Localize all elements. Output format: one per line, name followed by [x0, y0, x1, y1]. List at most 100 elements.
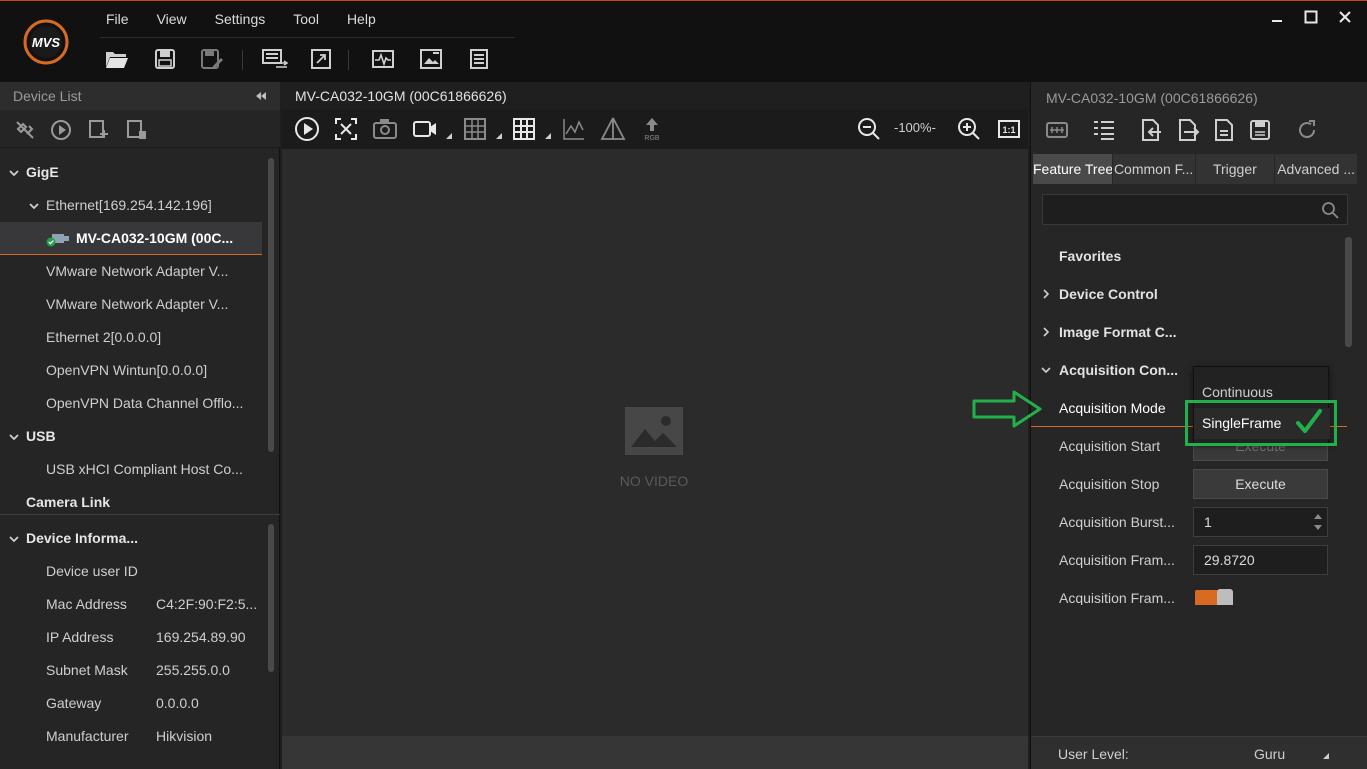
stop-grab-icon[interactable] [333, 116, 359, 142]
info-row-mac: Mac Address C4:2F:90:F2:5... [46, 596, 258, 612]
split-dropdown-icon[interactable] [545, 133, 551, 139]
start-grab-icon[interactable] [294, 116, 320, 142]
zoom-in-icon[interactable] [956, 116, 982, 142]
device-info-scrollbar[interactable] [268, 524, 274, 672]
image-edit-icon[interactable] [418, 46, 444, 72]
play-icon[interactable] [50, 119, 72, 141]
close-icon[interactable] [1335, 7, 1355, 27]
tree-item-vmware-1[interactable]: VMware Network Adapter V... [0, 255, 262, 288]
histogram-icon[interactable] [561, 116, 587, 142]
menu-help[interactable]: Help [347, 9, 376, 29]
collapse-panel-icon[interactable] [254, 89, 268, 103]
frame-rate-input[interactable]: 29.8720 [1193, 545, 1328, 575]
maximize-icon[interactable] [1301, 7, 1321, 27]
grid-dropdown-icon[interactable] [496, 133, 502, 139]
spinner-icon[interactable] [1313, 511, 1323, 533]
user-level-select[interactable]: Guru [1254, 746, 1285, 762]
export-icon[interactable] [1176, 118, 1200, 142]
feature-device-control[interactable]: Device Control [1031, 275, 1347, 313]
display-settings-icon[interactable] [262, 46, 288, 72]
device-information: Device Informa... Device user ID Mac Add… [0, 522, 264, 769]
feature-tree-scrollbar[interactable] [1345, 237, 1352, 347]
search-icon[interactable] [1321, 201, 1339, 219]
device-list-panel: Device List GigE Ethernet[169.254.142.19… [0, 82, 280, 769]
tab-common-features[interactable]: Common F... [1112, 154, 1195, 184]
info-row-subnet: Subnet Mask 255.255.0.0 [46, 662, 230, 678]
burst-count-input[interactable]: 1 [1193, 507, 1328, 537]
chevron-down-icon [29, 203, 39, 210]
feature-acquisition-frame-rate: Acquisition Fram... 29.8720 [1031, 541, 1347, 579]
tree-item-usb-host[interactable]: USB xHCI Compliant Host Co... [0, 453, 262, 486]
frame-rate-enable-toggle[interactable] [1195, 589, 1235, 605]
disconnect-icon[interactable] [14, 119, 36, 141]
feature-search-input[interactable] [1042, 194, 1348, 225]
chevron-down-icon [9, 536, 19, 543]
info-row-manufacturer: Manufacturer Hikvision [46, 728, 213, 744]
menu-file[interactable]: File [106, 9, 129, 29]
save-as-icon[interactable] [200, 46, 226, 72]
rgb-upload-icon[interactable]: RGB [639, 116, 665, 142]
tree-item-ethernet-2[interactable]: Ethernet 2[0.0.0.0] [0, 321, 262, 354]
user-level-dropdown-icon[interactable] [1323, 753, 1329, 759]
acquisition-stop-execute-button[interactable]: Execute [1193, 469, 1328, 499]
load-config-icon[interactable] [1212, 118, 1236, 142]
split-screen-icon[interactable] [511, 116, 537, 142]
actual-size-icon[interactable]: 1:1 [996, 116, 1022, 142]
chevron-down-icon [9, 434, 19, 441]
tab-advanced[interactable]: Advanced ... [1275, 154, 1357, 184]
device-list-title: Device List [13, 88, 82, 104]
flip-icon[interactable] [600, 116, 626, 142]
properties-tabs: Feature Tree Common F... Trigger Advance… [1033, 154, 1358, 184]
menu-view[interactable]: View [157, 9, 187, 29]
resize-icon[interactable] [308, 46, 334, 72]
info-row-ip: IP Address 169.254.89.90 [46, 629, 246, 645]
ip-config-icon[interactable] [1045, 118, 1069, 142]
properties-title: MV-CA032-10GM (00C61866626) [1046, 90, 1258, 106]
annotation-arrow-icon [972, 390, 1042, 428]
zoom-out-icon[interactable] [856, 116, 882, 142]
tree-item-ethernet[interactable]: Ethernet[169.254.142.196] [0, 189, 262, 222]
tree-item-openvpn-wintun[interactable]: OpenVPN Wintun[0.0.0.0] [0, 354, 262, 387]
tree-item-openvpn-data[interactable]: OpenVPN Data Channel Offlo... [0, 387, 262, 420]
tree-group-gige[interactable]: GigE [0, 156, 262, 189]
no-video-label: NO VIDEO [619, 473, 689, 489]
tree-group-usb[interactable]: USB [0, 420, 262, 453]
svg-text:1:1: 1:1 [1002, 125, 1015, 135]
grid-icon[interactable] [462, 116, 488, 142]
waveform-icon[interactable] [370, 46, 396, 72]
open-folder-icon[interactable] [104, 46, 130, 72]
tree-item-camera[interactable]: MV-CA032-10GM (00C... [0, 222, 262, 255]
save-icon[interactable] [152, 46, 178, 72]
add-device-icon[interactable] [88, 119, 110, 141]
main-toolbar [100, 37, 515, 83]
tree-item-vmware-2[interactable]: VMware Network Adapter V... [0, 288, 262, 321]
snapshot-icon[interactable] [372, 116, 398, 142]
chevron-right-icon [1043, 289, 1050, 299]
menu-tool[interactable]: Tool [293, 9, 319, 29]
list-icon[interactable] [466, 46, 492, 72]
menu-bar: File View Settings Tool Help [92, 9, 390, 29]
import-icon[interactable] [1139, 118, 1163, 142]
feature-acquisition-burst: Acquisition Burst... 1 [1031, 503, 1347, 541]
device-settings-icon[interactable] [126, 119, 148, 141]
user-level-bar: User Level: Guru [1031, 736, 1367, 769]
feature-image-format[interactable]: Image Format C... [1031, 313, 1347, 351]
user-level-label: User Level: [1058, 746, 1129, 762]
save-config-icon[interactable] [1248, 118, 1272, 142]
record-icon[interactable] [412, 116, 438, 142]
checkmark-icon [1296, 409, 1322, 433]
device-info-header[interactable]: Device Informa... [0, 522, 262, 555]
menu-settings[interactable]: Settings [215, 9, 266, 29]
device-tree-scrollbar[interactable] [268, 158, 274, 452]
tab-feature-tree[interactable]: Feature Tree [1033, 154, 1112, 184]
minimize-icon[interactable] [1267, 7, 1287, 27]
chevron-down-icon [1041, 367, 1051, 374]
info-row-gateway: Gateway 0.0.0.0 [46, 695, 199, 711]
feature-favorites[interactable]: Favorites [1031, 237, 1347, 275]
feature-list-icon[interactable] [1092, 118, 1116, 142]
properties-panel: MV-CA032-10GM (00C61866626) Feature Tree… [1030, 82, 1367, 769]
record-dropdown-icon[interactable] [446, 133, 452, 139]
refresh-icon[interactable] [1295, 118, 1319, 142]
tab-trigger[interactable]: Trigger [1195, 154, 1275, 184]
video-display[interactable]: NO VIDEO [282, 149, 1028, 736]
